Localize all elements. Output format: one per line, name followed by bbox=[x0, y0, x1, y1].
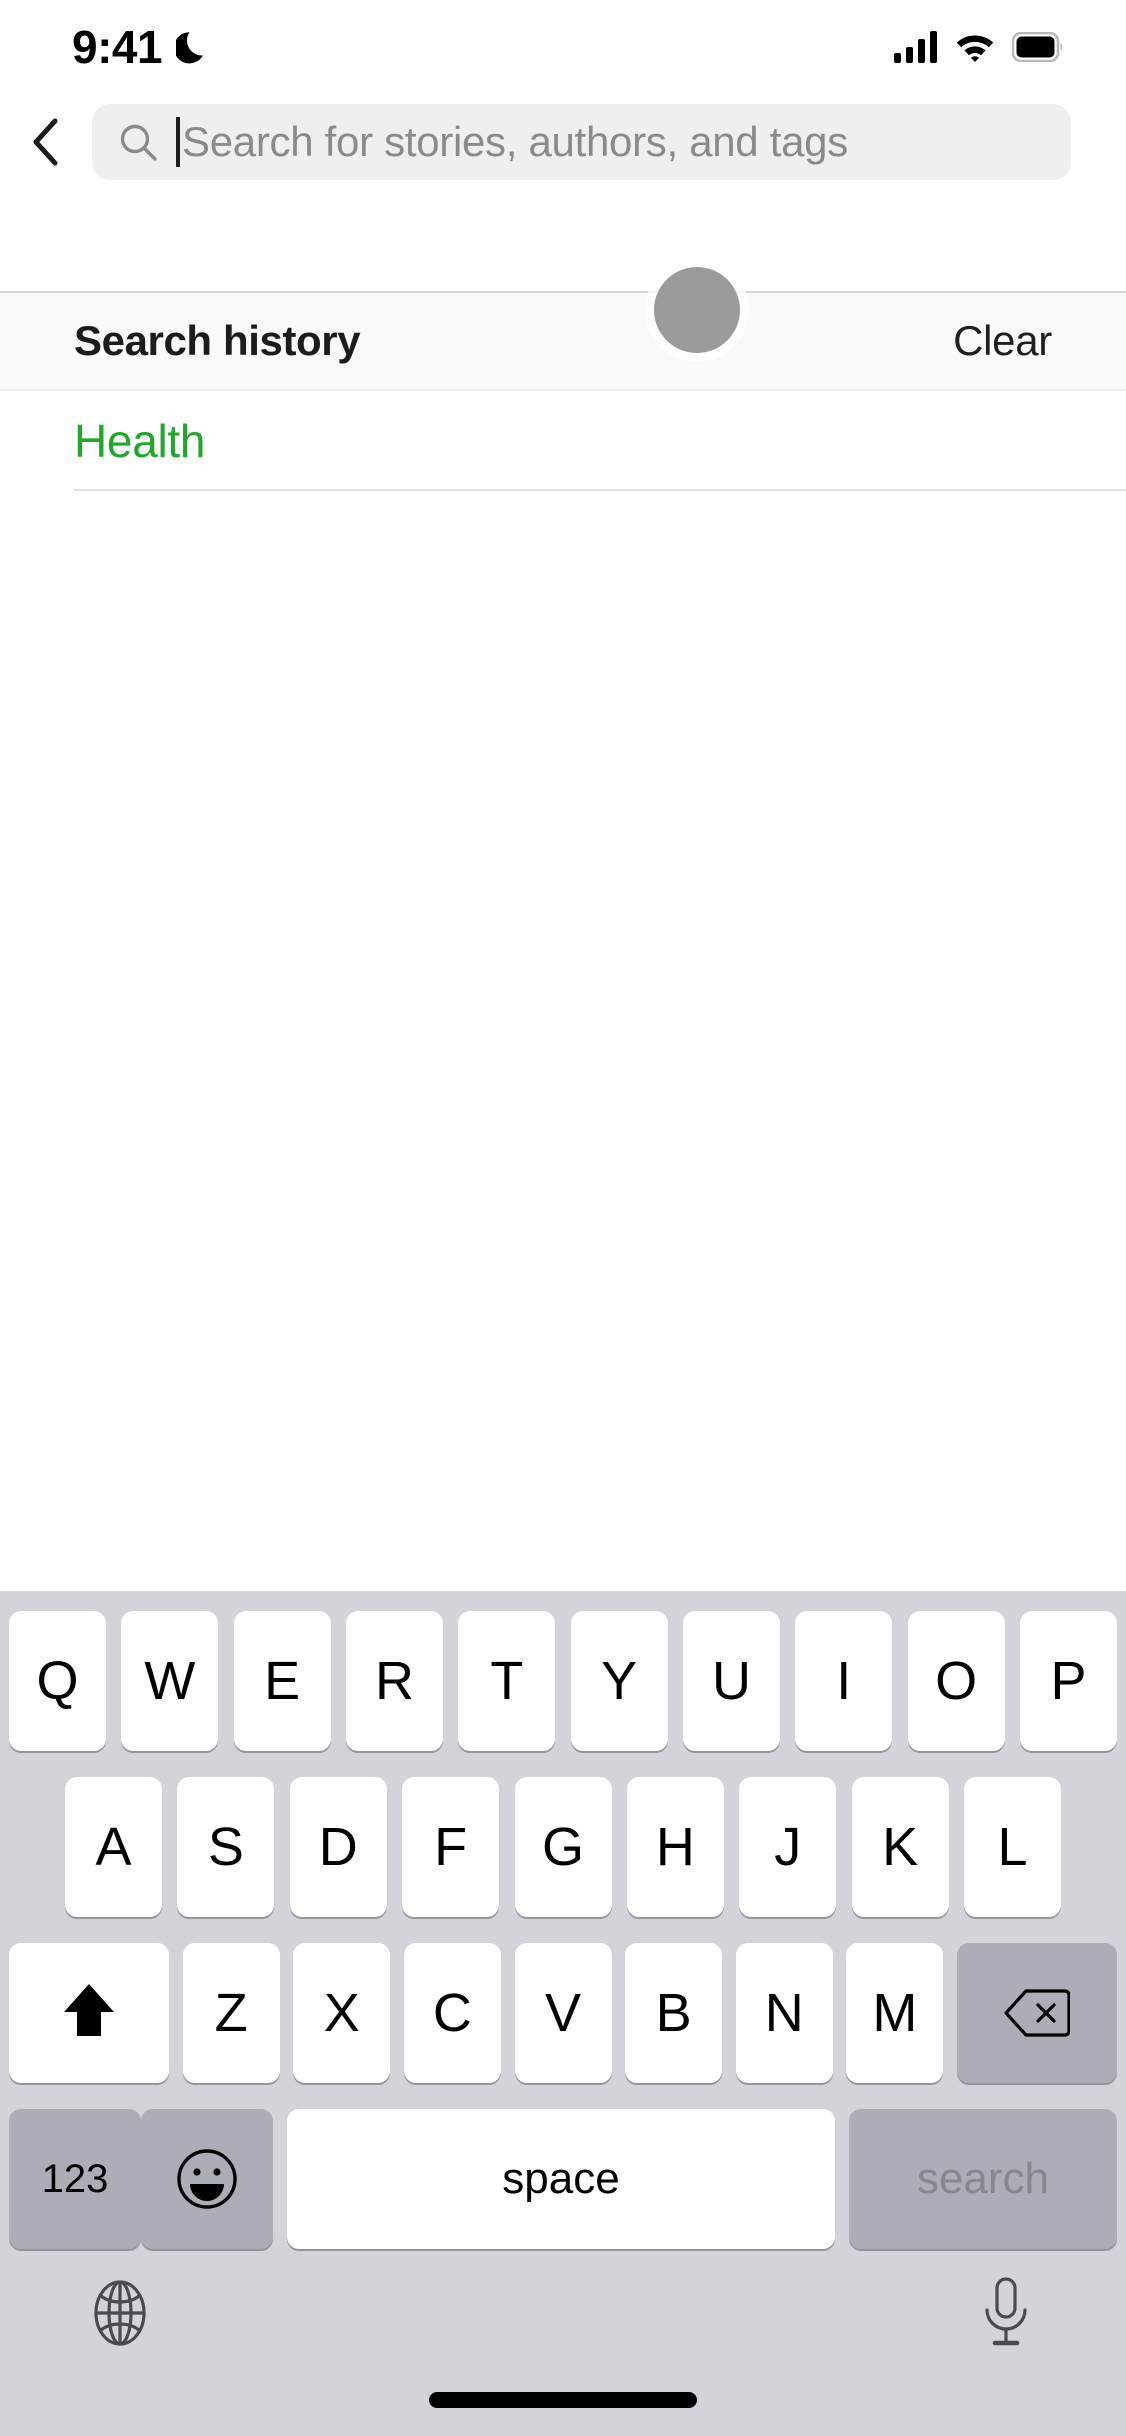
wifi-icon bbox=[954, 31, 996, 63]
key-d[interactable]: D bbox=[289, 1777, 387, 1917]
key-h[interactable]: H bbox=[626, 1777, 724, 1917]
search-action-key[interactable]: search bbox=[849, 2109, 1117, 2249]
status-bar-right bbox=[894, 31, 1064, 63]
key-b[interactable]: B bbox=[625, 1943, 723, 2083]
backspace-key[interactable] bbox=[957, 1943, 1117, 2083]
keyboard-row-1: Q W E R T Y U I O P bbox=[0, 1611, 1126, 1751]
cellular-signal-icon bbox=[894, 31, 938, 63]
key-p[interactable]: P bbox=[1019, 1611, 1117, 1751]
key-z[interactable]: Z bbox=[182, 1943, 280, 2083]
search-history-title: Search history bbox=[74, 317, 361, 364]
key-s[interactable]: S bbox=[177, 1777, 275, 1917]
search-input[interactable]: Search for stories, authors, and tags bbox=[92, 103, 1071, 180]
app-screen: 9:41 Search for stories, authors, and ta… bbox=[0, 0, 1126, 2436]
on-screen-keyboard: Q W E R T Y U I O P A S D F G H J K L Z … bbox=[0, 1591, 1126, 2436]
list-item[interactable]: Health bbox=[0, 393, 1126, 489]
clear-history-button[interactable]: Clear bbox=[929, 305, 1076, 377]
keyboard-row-5 bbox=[0, 2263, 1126, 2381]
key-j[interactable]: J bbox=[739, 1777, 837, 1917]
shift-icon bbox=[61, 1982, 117, 2044]
moon-icon bbox=[176, 28, 210, 66]
back-button[interactable] bbox=[0, 94, 92, 189]
key-k[interactable]: K bbox=[851, 1777, 949, 1917]
globe-icon bbox=[86, 2279, 154, 2347]
text-caret bbox=[176, 116, 180, 167]
emoji-key[interactable] bbox=[141, 2109, 273, 2249]
list-divider bbox=[74, 489, 1126, 491]
key-c[interactable]: C bbox=[403, 1943, 501, 2083]
home-indicator[interactable] bbox=[429, 2392, 697, 2408]
status-bar: 9:41 bbox=[0, 0, 1126, 94]
key-o[interactable]: O bbox=[907, 1611, 1005, 1751]
battery-icon bbox=[1012, 32, 1064, 62]
key-y[interactable]: Y bbox=[570, 1611, 668, 1751]
emoji-smiley-icon bbox=[176, 2148, 238, 2210]
key-q[interactable]: Q bbox=[9, 1611, 106, 1751]
key-n[interactable]: N bbox=[735, 1943, 833, 2083]
key-a[interactable]: A bbox=[65, 1777, 162, 1917]
keyboard-row-3: Z X C V B N M bbox=[0, 1943, 1126, 2083]
search-icon bbox=[118, 122, 158, 162]
key-t[interactable]: T bbox=[458, 1611, 556, 1751]
search-history-list: Health bbox=[0, 393, 1126, 491]
microphone-icon bbox=[983, 2277, 1029, 2349]
key-u[interactable]: U bbox=[682, 1611, 780, 1751]
key-m[interactable]: M bbox=[846, 1943, 944, 2083]
search-history-header: Search history Clear bbox=[0, 291, 1126, 391]
key-x[interactable]: X bbox=[293, 1943, 391, 2083]
shift-key[interactable] bbox=[9, 1943, 169, 2083]
status-bar-left: 9:41 bbox=[72, 24, 210, 70]
key-l[interactable]: L bbox=[964, 1777, 1061, 1917]
key-g[interactable]: G bbox=[514, 1777, 612, 1917]
search-bar-row: Search for stories, authors, and tags bbox=[0, 94, 1126, 189]
globe-key[interactable] bbox=[70, 2263, 170, 2363]
dictation-key[interactable] bbox=[956, 2263, 1056, 2363]
status-time: 9:41 bbox=[72, 21, 163, 73]
key-v[interactable]: V bbox=[514, 1943, 612, 2083]
keyboard-row-2: A S D F G H J K L bbox=[0, 1777, 1126, 1917]
key-w[interactable]: W bbox=[121, 1611, 219, 1751]
key-r[interactable]: R bbox=[345, 1611, 443, 1751]
chevron-left-icon bbox=[31, 118, 61, 166]
search-placeholder: Search for stories, authors, and tags bbox=[182, 117, 848, 165]
key-f[interactable]: F bbox=[402, 1777, 500, 1917]
keyboard-row-4: 123 space search bbox=[0, 2109, 1126, 2249]
search-history-item-label: Health bbox=[74, 415, 206, 467]
key-e[interactable]: E bbox=[233, 1611, 331, 1751]
numbers-key[interactable]: 123 bbox=[9, 2109, 141, 2249]
key-i[interactable]: I bbox=[795, 1611, 893, 1751]
space-key[interactable]: space bbox=[287, 2109, 835, 2249]
backspace-icon bbox=[1004, 1988, 1070, 2038]
